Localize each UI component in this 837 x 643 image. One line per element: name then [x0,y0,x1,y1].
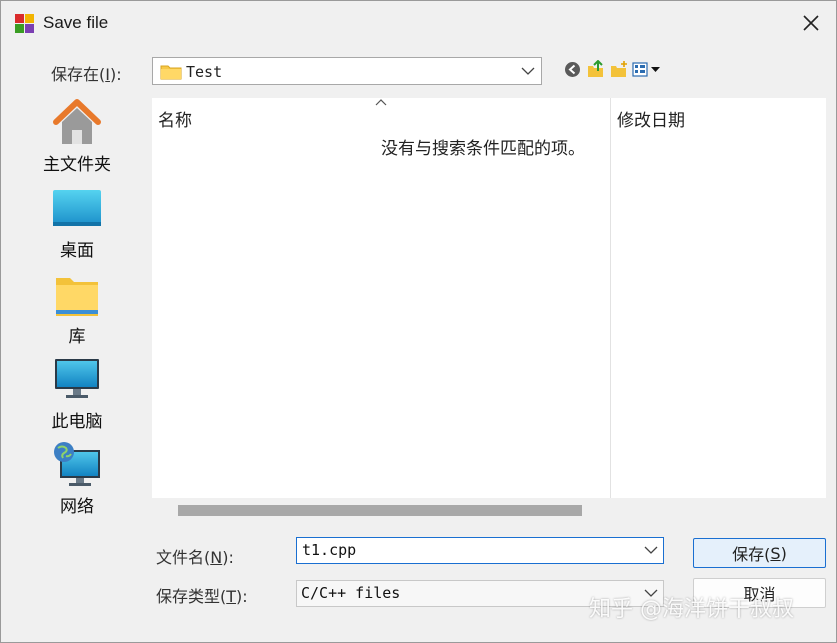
place-this-pc[interactable]: 此电脑 [11,355,143,437]
horizontal-scrollbar[interactable] [152,498,826,524]
empty-list-message: 没有与搜索条件匹配的项。 [381,139,585,159]
column-header-date-modified[interactable]: 修改日期 [617,106,685,131]
view-menu-button[interactable] [632,60,662,79]
folder-icon [160,65,182,80]
network-icon [54,442,100,486]
place-label: 桌面 [60,241,94,261]
column-divider [610,98,611,498]
close-icon [803,15,819,31]
place-desktop[interactable]: 桌面 [11,184,143,266]
place-network[interactable]: 网络 [11,440,143,522]
place-label: 库 [68,327,86,347]
sort-ascending-icon [375,99,387,106]
file-type-label: 保存类型(T): [156,587,248,606]
window-title: Save file [43,13,109,32]
view-menu-icon [632,61,660,77]
up-folder-icon [587,60,603,77]
file-list[interactable]: 名称 修改日期 没有与搜索条件匹配的项。 [152,98,826,498]
app-icon [15,14,34,33]
save-button[interactable]: 保存(S) [693,538,826,568]
file-name-input[interactable]: t1.cpp [296,537,664,564]
column-header-name[interactable]: 名称 [158,106,192,131]
save-in-label: 保存在(I): [51,65,122,84]
places-sidebar: 主文件夹 桌面 库 此电脑 网络 [11,98,143,632]
place-library[interactable]: 库 [11,270,143,352]
place-label: 主文件夹 [43,155,111,175]
close-button[interactable] [791,7,831,39]
title-bar: Save file [1,1,836,45]
back-button[interactable] [563,60,582,79]
place-label: 网络 [60,497,94,517]
watermark: 知乎 @海洋饼干叔叔 [589,597,794,622]
back-icon [565,61,580,77]
computer-icon [55,359,99,398]
library-folder-icon [56,278,98,316]
save-file-dialog: Save file 保存在(I): Test 主文件夹 桌面 库 此电脑 网络 … [0,0,837,643]
chevron-down-icon[interactable] [644,544,658,556]
location-value: Test [186,63,223,81]
new-folder-button[interactable] [609,60,628,79]
home-icon [53,99,101,144]
new-folder-icon [610,61,627,77]
chevron-down-icon [521,67,535,75]
desktop-icon [53,190,101,226]
up-folder-button[interactable] [586,60,605,79]
place-label: 此电脑 [51,412,103,432]
place-home[interactable]: 主文件夹 [11,98,143,180]
navigation-toolbar [563,59,662,79]
file-name-label: 文件名(N): [156,548,234,567]
scrollbar-thumb[interactable] [178,505,582,516]
location-dropdown[interactable]: Test [152,57,542,85]
